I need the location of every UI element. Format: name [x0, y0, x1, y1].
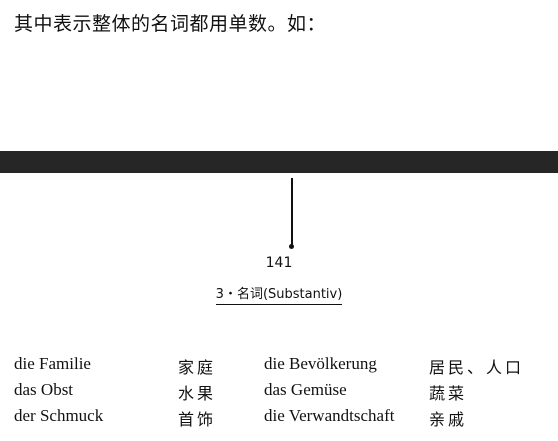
page-number: 141: [265, 255, 293, 271]
vocabulary-list: die Familie 家庭 die Bevölkerung 居民、人口 das…: [0, 354, 558, 432]
leader-line: [291, 178, 293, 246]
vocabulary-row: der Schmuck 首饰 die Verwandtschaft 亲戚: [0, 406, 558, 432]
german-term: die Verwandtschaft: [264, 406, 395, 425]
chinese-translation: 首饰: [178, 410, 217, 429]
german-term: das Gemüse: [264, 380, 347, 399]
chinese-translation: 水果: [178, 384, 217, 403]
vocabulary-row: das Obst 水果 das Gemüse 蔬菜: [0, 380, 558, 406]
chinese-translation: 亲戚: [429, 410, 468, 429]
running-header: 3・名词(Substantiv): [0, 283, 558, 305]
german-term: der Schmuck: [14, 406, 104, 425]
chinese-translation: 家庭: [178, 358, 217, 377]
chinese-translation: 蔬菜: [429, 384, 468, 403]
german-term: die Familie: [14, 354, 91, 373]
running-header-text: 3・名词(Substantiv): [215, 287, 343, 305]
german-term: die Bevölkerung: [264, 354, 377, 373]
vocabulary-row: die Familie 家庭 die Bevölkerung 居民、人口: [0, 354, 558, 380]
chinese-translation: 居民、人口: [429, 358, 525, 377]
german-term: das Obst: [14, 380, 74, 399]
intro-paragraph: 其中表示整体的名词都用单数。如：: [14, 13, 327, 35]
leader-dot: [289, 244, 294, 249]
page-break-bar: [0, 151, 558, 173]
